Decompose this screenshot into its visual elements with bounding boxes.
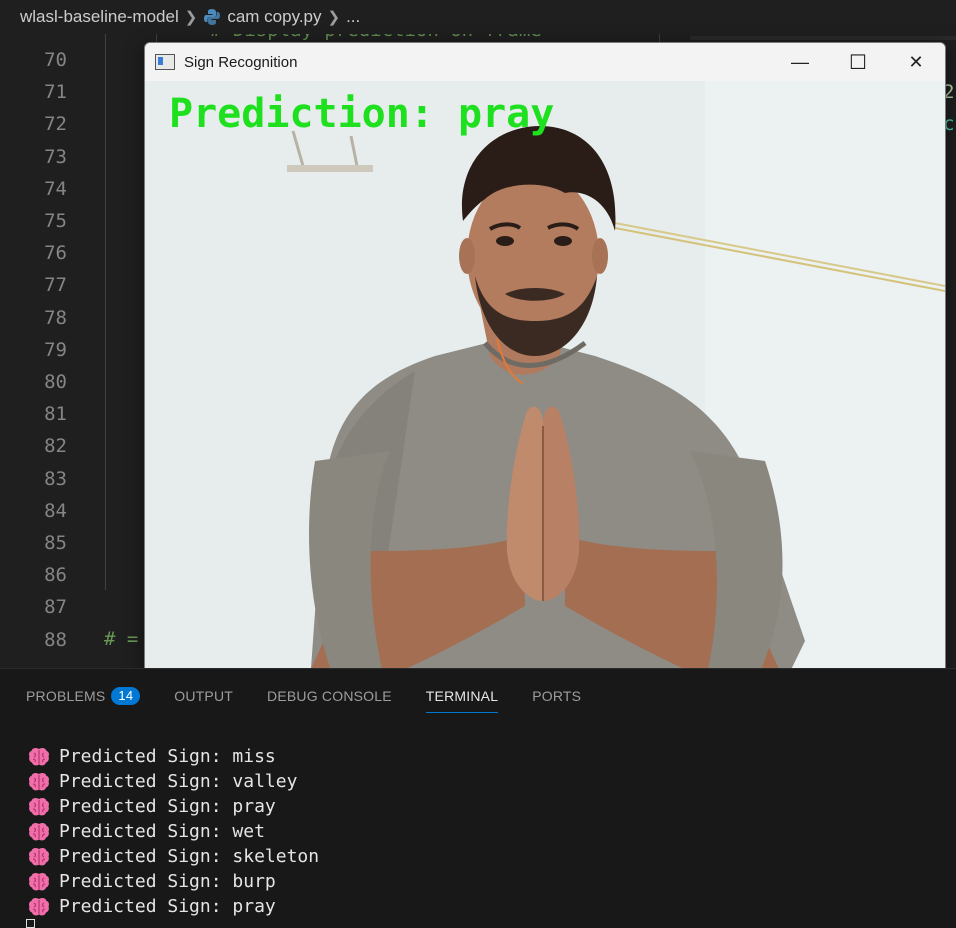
line-number: 71 <box>44 81 67 104</box>
line-number: 83 <box>44 467 67 490</box>
brain-icon <box>29 822 49 840</box>
line-number: 72 <box>44 113 67 136</box>
sign-recognition-window[interactable]: Sign Recognition — ☐ ✕ Prediction: pray <box>144 42 946 683</box>
panel-tabs: PROBLEMS 14 OUTPUT DEBUG CONSOLE TERMINA… <box>26 687 615 713</box>
terminal-line: Predicted Sign: wet <box>28 819 319 844</box>
terminal-line-text: Predicted Sign: wet <box>59 821 265 842</box>
terminal-line: Predicted Sign: miss <box>28 744 319 769</box>
code-line-88: # = <box>104 628 139 650</box>
terminal-line-text: Predicted Sign: valley <box>59 771 298 792</box>
tab-label: PORTS <box>532 688 582 704</box>
chevron-right-icon: ❯ <box>184 9 198 26</box>
line-number: 82 <box>44 435 67 458</box>
terminal-line-text: Predicted Sign: miss <box>59 746 276 767</box>
line-number: 75 <box>44 210 67 232</box>
tab-label: PROBLEMS <box>26 688 106 704</box>
brain-icon <box>29 847 49 865</box>
window-title: Sign Recognition <box>184 53 298 71</box>
window-titlebar[interactable]: Sign Recognition — ☐ ✕ <box>145 43 945 81</box>
indent-guide <box>105 34 106 590</box>
tab-debug-console[interactable]: DEBUG CONSOLE <box>267 687 392 713</box>
tab-ports[interactable]: PORTS <box>532 687 581 713</box>
terminal-output[interactable]: Predicted Sign: miss Predicted Sign: vall… <box>28 744 319 919</box>
breadcrumb: wlasl-baseline-model ❯ cam copy.py ❯ ... <box>0 0 956 34</box>
terminal-line: Predicted Sign: pray <box>28 894 319 919</box>
breadcrumb-folder[interactable]: wlasl-baseline-model <box>20 7 179 27</box>
brain-icon <box>29 797 49 815</box>
prediction-overlay-text: Prediction: pray <box>169 91 555 137</box>
terminal-line: Predicted Sign: pray <box>28 794 319 819</box>
line-number: 77 <box>44 274 67 297</box>
tab-terminal[interactable]: TERMINAL <box>425 687 499 713</box>
minimize-button[interactable]: — <box>771 43 829 81</box>
line-number: 86 <box>44 564 67 587</box>
tab-problems[interactable]: PROBLEMS 14 <box>26 687 141 713</box>
brain-icon <box>29 872 49 890</box>
close-button[interactable]: ✕ <box>887 43 945 81</box>
line-number: 70 <box>44 49 67 71</box>
line-number: 88 <box>44 628 67 651</box>
terminal-line: Predicted Sign: valley <box>28 769 319 794</box>
python-file-icon <box>204 9 221 25</box>
brain-icon <box>29 897 49 915</box>
app-icon <box>155 54 175 70</box>
terminal-line: Predicted Sign: skeleton <box>28 844 319 869</box>
camera-image <box>145 81 945 682</box>
breadcrumb-file[interactable]: cam copy.py <box>227 7 321 27</box>
maximize-button[interactable]: ☐ <box>829 43 887 81</box>
line-number: 76 <box>44 242 67 265</box>
brain-icon <box>29 772 49 790</box>
camera-frame: Prediction: pray <box>145 81 945 682</box>
terminal-line-text: Predicted Sign: pray <box>59 796 276 817</box>
line-number: 85 <box>44 532 67 554</box>
scroll-shadow <box>690 36 956 40</box>
tab-label: DEBUG CONSOLE <box>267 688 392 704</box>
line-number: 84 <box>44 499 67 522</box>
problems-count-badge: 14 <box>111 687 141 705</box>
breadcrumb-more[interactable]: ... <box>346 7 360 27</box>
line-number: 79 <box>44 338 67 361</box>
tab-label: TERMINAL <box>425 687 499 704</box>
line-number: 80 <box>44 371 67 393</box>
tab-output[interactable]: OUTPUT <box>174 687 233 713</box>
bottom-panel: PROBLEMS 14 OUTPUT DEBUG CONSOLE TERMINA… <box>0 668 956 928</box>
terminal-line-text: Predicted Sign: pray <box>59 896 276 917</box>
tab-label: OUTPUT <box>174 688 234 704</box>
line-number: 78 <box>44 306 67 329</box>
terminal-line-text: Predicted Sign: burp <box>59 871 276 892</box>
chevron-right-icon: ❯ <box>327 9 341 26</box>
line-number: 73 <box>44 145 67 168</box>
line-number: 87 <box>44 596 67 619</box>
terminal-line: Predicted Sign: burp <box>28 869 319 894</box>
terminal-line-text: Predicted Sign: skeleton <box>59 846 320 867</box>
brain-icon <box>29 747 49 765</box>
line-number: 74 <box>44 177 67 200</box>
line-number: 81 <box>44 403 67 426</box>
